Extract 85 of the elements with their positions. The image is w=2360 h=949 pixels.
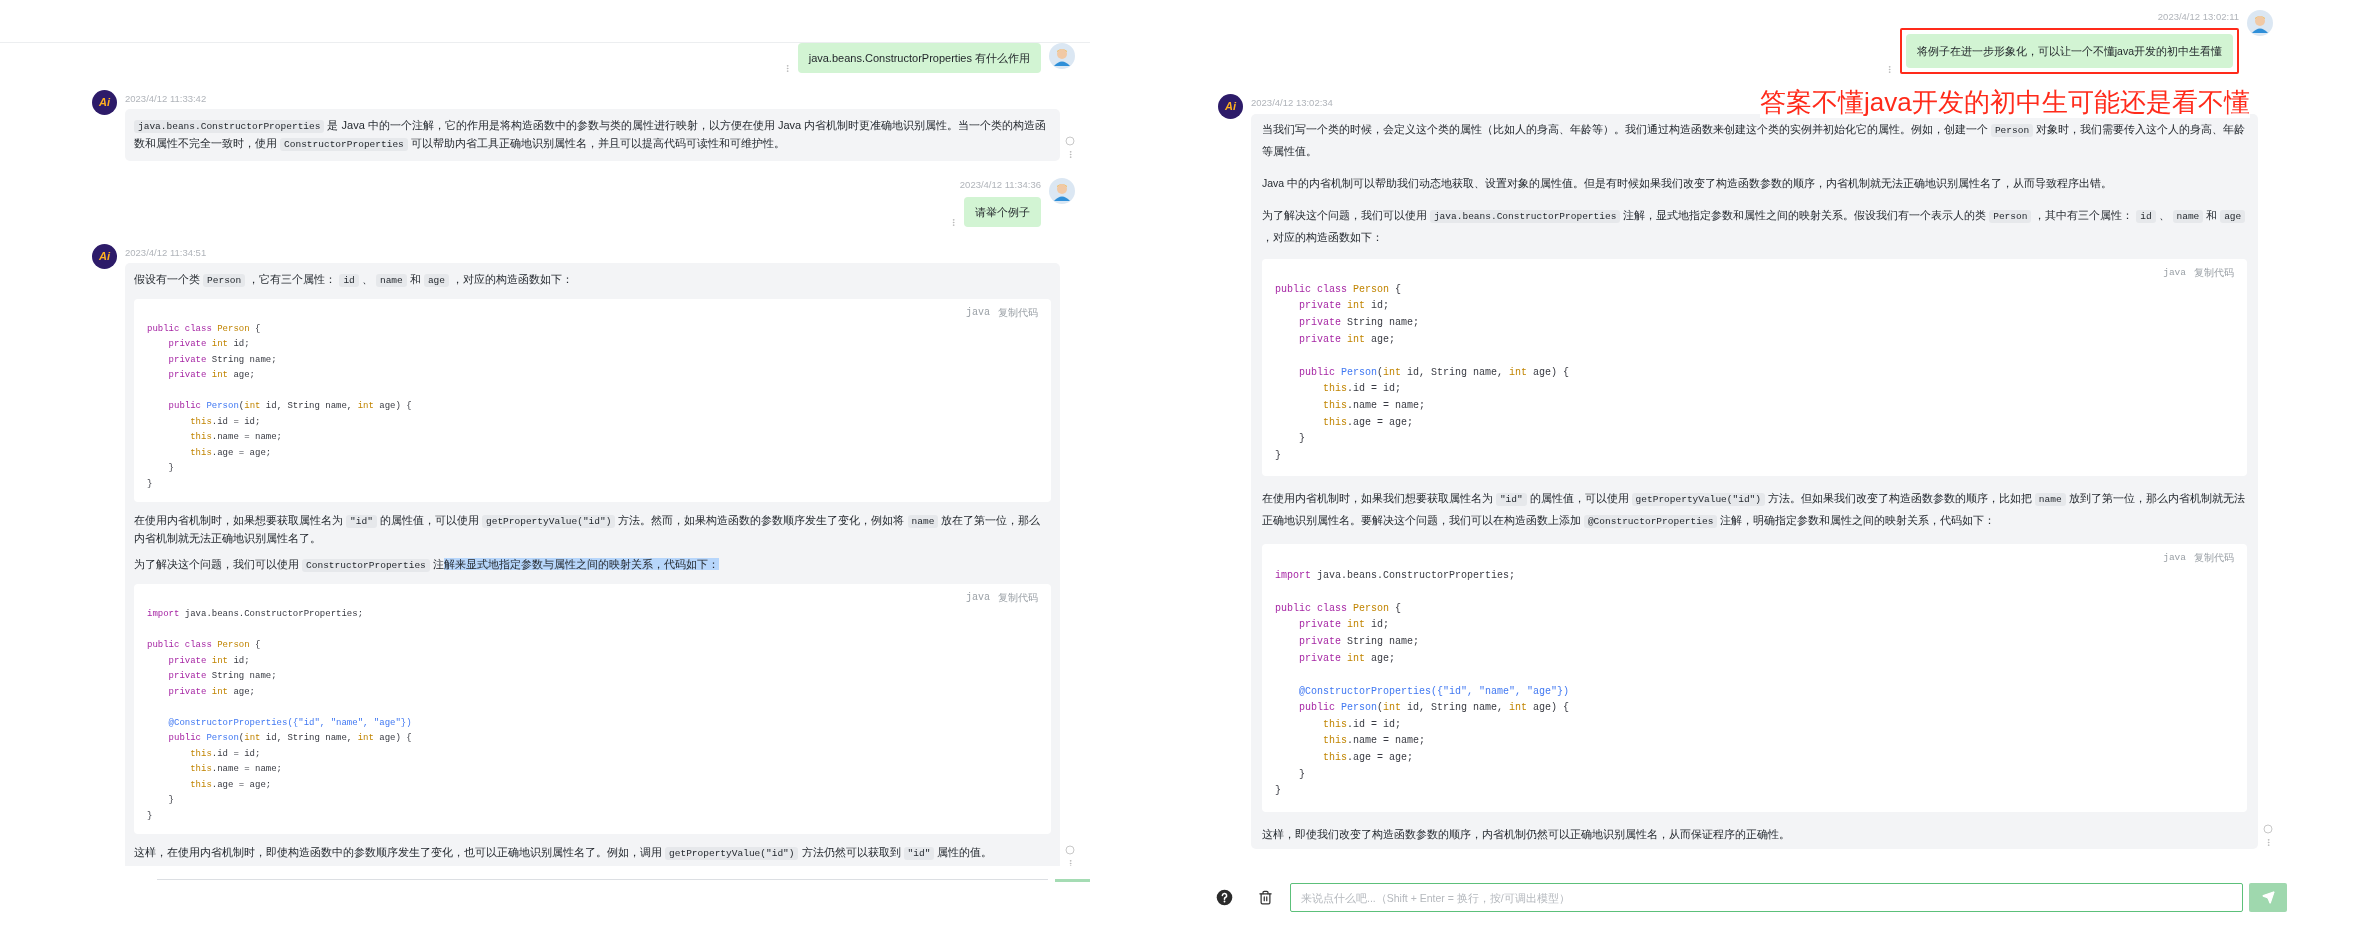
- code-language: java: [966, 305, 990, 320]
- message-time: 2023/4/12 13:02:11: [2157, 10, 2239, 24]
- message-paragraph: 为了解决这个问题，我们可以使用 ConstructorProperties 注解来显式地指定参数与属性之间的映射关系，代码如下：: [134, 557, 720, 575]
- user-avatar: [1049, 43, 1075, 69]
- user-message-bubble: 将例子在进一步形象化，可以让一个不懂java开发的初中生看懂: [1905, 34, 2233, 69]
- copy-code-button[interactable]: 复制代码: [2194, 551, 2234, 566]
- more-icon[interactable]: [949, 217, 958, 227]
- code-line: public class Person {: [147, 639, 261, 653]
- code-line: this.age = age;: [1322, 415, 1414, 430]
- code-line: public class Person {: [1275, 601, 1402, 616]
- annotation-text: 答案不懂java开发的初中生可能还是看不懂: [1760, 86, 2250, 118]
- code-line: private int age;: [167, 369, 256, 383]
- code-line: private String name;: [167, 353, 277, 367]
- code-line: private int id;: [167, 654, 250, 668]
- code-line: private int id;: [1298, 299, 1390, 314]
- code-line: private int age;: [1298, 651, 1396, 666]
- code-line: this.age = age;: [189, 446, 272, 460]
- code-line: public Person(int id, String name, int age) {: [1298, 365, 1570, 380]
- code-line: private int id;: [167, 338, 250, 352]
- code-line: this.id = id;: [1322, 717, 1402, 732]
- copy-code-button[interactable]: 复制代码: [998, 590, 1038, 606]
- code-line: }: [167, 794, 174, 808]
- code-line: }: [1298, 432, 1305, 447]
- message-time: 2023/4/12 11:34:51: [125, 245, 207, 260]
- code-line: }: [1298, 767, 1305, 782]
- code-line: this.name = name;: [189, 763, 283, 777]
- code-line: public Person(int id, String name, int age) {: [167, 400, 412, 414]
- code-line: private int id;: [1298, 618, 1390, 633]
- code-language: java: [2163, 551, 2186, 566]
- code-line: import java.beans.ConstructorProperties;: [1275, 568, 1516, 583]
- code-language: java: [2163, 265, 2186, 280]
- message-paragraph: Java 中的内省机制可以帮助我们动态地获取、设置对象的属性值。但是有时候如果我们改变了构造函数参数的顺序，内省机制就无法正确地识别属性名了，从而导致程序出错。: [1262, 175, 2114, 191]
- message-input[interactable]: 来说点什么吧...（Shift + Enter = 换行，按/可调出模型）: [1290, 883, 2243, 912]
- delete-icon[interactable]: [1258, 890, 1273, 905]
- message-paragraph: 这样，在使用内省机制时，即使构造函数中的参数顺序发生了变化，也可以正确地识别属性名了。例如，调用 getPropertyValue("id") 方法仍然可以获取到 "id" 属性的值。: [134, 845, 994, 863]
- assistant-avatar: Ai: [92, 90, 117, 115]
- message-time: 2023/4/12 13:02:34: [1251, 96, 1333, 111]
- code-line: private String name;: [1298, 634, 1420, 649]
- user-avatar: [1049, 178, 1075, 205]
- message-paragraph: 假设有一个类 Person ，它有三个属性： id 、 name 和 age ，对应的构造函数如下：: [134, 271, 575, 289]
- copy-code-button[interactable]: 复制代码: [998, 304, 1038, 320]
- code-line: @ConstructorProperties({"id", "name", "age"}): [167, 716, 412, 730]
- code-line: }: [1275, 448, 1281, 463]
- code-line: private int age;: [1298, 332, 1396, 347]
- code-line: public Person(int id, String name, int age) {: [167, 732, 412, 746]
- code-line: this.id = id;: [189, 415, 261, 429]
- message-paragraph: 在使用内省机制时，如果想要获取属性名为 "id" 的属性值，可以使用 getPropertyValue("id") 方法。然而，如果构造函数的参数顺序发生了变化，例如将 name 放在了第一位，那么内省机制就无法正确地识别属性名了。: [134, 513, 1042, 547]
- code-line: }: [147, 477, 153, 491]
- code-line: }: [167, 462, 174, 476]
- code-line: this.name = name;: [189, 431, 283, 445]
- message-paragraph: 当我们写一个类的时候，会定义这个类的属性（比如人的身高、年龄等）。我们通过构造函数来创建这个类的实例并初始化它的属性。例如，创建一个 Person 对象时，我们需要传入这个人的身高、年龄等属性值。: [1262, 121, 2247, 159]
- code-language: java: [966, 591, 990, 606]
- send-icon: [2261, 891, 2275, 904]
- status-circle-icon: [1065, 845, 1075, 856]
- message-paragraph: java.beans.ConstructorProperties 是 Java 中的一个注解，它的作用是将构造函数中的参数与类的属性进行映射，以方便在使用 Java 内省机制时更准确地识别属性。当一个类的构造函数和属性不完全一致时，使用 ConstructorProperties 可以帮助内省工具正确地识别属性名，并且可以提高代码可读性和可维护性。: [134, 118, 1048, 154]
- code-line: private int age;: [167, 685, 256, 699]
- code-line: @ConstructorProperties({"id", "name", "age"}): [1298, 684, 1570, 699]
- code-line: private String name;: [1298, 315, 1420, 330]
- message-time: 2023/4/12 11:33:42: [125, 92, 207, 106]
- message-paragraph: 在使用内省机制时，如果我们想要获取属性名为 "id" 的属性值，可以使用 getPropertyValue("id") 方法。但如果我们改变了构造函数参数的顺序，比如把 name 放到了第一位，那么内省机制就无法正确地识别属性名。要解决这个问题，我们可以在构造函数上添加 @ConstructorProperties 注解，明确指定参数和属性之间的映射关系，代码如下：: [1262, 491, 2246, 531]
- code-line: }: [147, 809, 153, 823]
- assistant-avatar: Ai: [92, 243, 117, 269]
- code-line: public Person(int id, String name, int age) {: [1298, 701, 1570, 716]
- code-line: this.age = age;: [189, 778, 272, 792]
- code-line: this.name = name;: [1322, 398, 1426, 413]
- user-message-bubble: 请举个例子: [964, 196, 1041, 227]
- assistant-avatar: Ai: [1218, 94, 1243, 120]
- code-line: public class Person {: [1275, 282, 1402, 297]
- code-line: public class Person {: [147, 322, 261, 336]
- code-line: this.age = age;: [1322, 751, 1414, 766]
- message-paragraph: 为了解决这个问题，我们可以使用 java.beans.ConstructorProperties 注解，显式地指定参数和属性之间的映射关系。假设我们有一个表示人的类 Person ，其中有三个属性： id 、 name 和 age ，对应的构造函数如下：: [1262, 204, 2247, 247]
- code-line: this.name = name;: [1322, 734, 1426, 749]
- message-paragraph: 这样，即使我们改变了构造函数参数的顺序，内省机制仍然可以正确地识别属性名，从而保证程序的正确性。: [1262, 826, 1791, 842]
- status-circle-icon: [2263, 823, 2273, 834]
- status-circle-icon: [1065, 136, 1075, 147]
- code-line: private String name;: [167, 670, 277, 684]
- copy-code-button[interactable]: 复制代码: [2194, 265, 2234, 280]
- message-time: 2023/4/12 11:34:36: [959, 178, 1041, 193]
- help-icon[interactable]: [1216, 889, 1233, 906]
- user-avatar: [2247, 10, 2273, 36]
- code-line: import java.beans.ConstructorProperties;: [147, 608, 364, 622]
- code-line: this.id = id;: [1322, 382, 1402, 397]
- code-line: }: [1275, 784, 1281, 799]
- code-line: this.id = id;: [189, 747, 261, 761]
- user-message-bubble: java.beans.ConstructorProperties 有什么作用: [797, 43, 1041, 73]
